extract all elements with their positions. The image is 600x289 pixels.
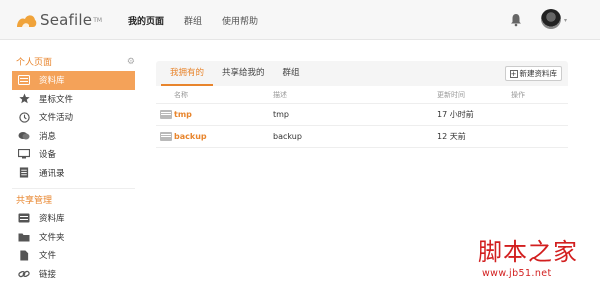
library-tabs: 我拥有的 共享给我的 群组 + 新建资料库 — [156, 61, 568, 86]
sidebar-item-label: 文件活动 — [39, 113, 74, 124]
sidebar-item-contacts[interactable]: 通讯录 — [12, 164, 135, 183]
library-icon — [160, 132, 172, 141]
new-library-button[interactable]: + 新建资料库 — [504, 66, 562, 81]
watermark-title: 脚本之家 — [478, 238, 578, 266]
column-time[interactable]: 更新时间 — [437, 90, 511, 100]
gear-icon[interactable]: ⚙ — [127, 57, 135, 67]
sidebar-item-messages[interactable]: 消息 — [12, 127, 135, 146]
bell-icon[interactable] — [510, 13, 522, 27]
sidebar-section-shared: 共享管理 — [12, 193, 135, 209]
table-row[interactable]: tmp tmp 17 小时前 — [156, 104, 568, 126]
column-ops: 操作 — [511, 90, 525, 99]
sidebar-item-shared-files[interactable]: 文件 — [12, 246, 135, 265]
sidebar-item-label: 设备 — [39, 150, 57, 161]
library-desc: tmp — [273, 110, 290, 119]
contacts-icon — [18, 167, 30, 178]
clock-icon — [18, 112, 30, 123]
nav-help[interactable]: 使用帮助 — [222, 14, 258, 27]
library-desc: backup — [273, 132, 302, 141]
library-icon — [18, 75, 30, 86]
table-header: 名称 描述 更新时间 操作 — [156, 86, 568, 104]
sidebar-item-label: 文件夹 — [39, 232, 65, 243]
plus-icon: + — [509, 69, 518, 78]
nav-groups[interactable]: 群组 — [184, 14, 202, 27]
star-icon — [18, 93, 30, 104]
sidebar-item-devices[interactable]: 设备 — [12, 145, 135, 164]
tab-mine[interactable]: 我拥有的 — [161, 61, 214, 86]
tab-groups[interactable]: 群组 — [274, 61, 309, 86]
sidebar-item-shared-folders[interactable]: 文件夹 — [12, 228, 135, 247]
column-desc: 描述 — [273, 90, 287, 99]
sidebar-item-shared-links[interactable]: 链接 — [12, 265, 135, 284]
sidebar-item-label: 链接 — [39, 269, 57, 280]
sidebar-divider — [12, 188, 135, 189]
sidebar-item-shared-libraries[interactable]: 资料库 — [12, 209, 135, 228]
sidebar-item-label: 资料库 — [39, 214, 65, 225]
seafile-logo[interactable]: Seafile TM — [15, 9, 102, 31]
logo-icon — [17, 15, 37, 27]
monitor-icon — [18, 149, 30, 159]
sidebar-section-personal: 个人页面 ⚙ — [12, 55, 135, 71]
sidebar-section-title: 个人页面 — [16, 58, 53, 68]
file-icon — [18, 250, 30, 261]
library-time: 17 小时前 — [437, 110, 474, 119]
sidebar-item-label: 通讯录 — [39, 168, 65, 179]
sidebar-item-libraries[interactable]: 资料库 — [12, 71, 135, 90]
logo-tm: TM — [93, 16, 103, 24]
watermark-url: www.jb51.net — [482, 268, 552, 279]
nav-my-page[interactable]: 我的页面 — [128, 14, 164, 27]
sidebar-item-activity[interactable]: 文件活动 — [12, 108, 135, 127]
top-nav: 我的页面 群组 使用帮助 — [128, 0, 278, 40]
library-name-link[interactable]: backup — [174, 132, 273, 141]
watermark: 脚本之家 www.jb51.net — [478, 238, 598, 286]
sidebar-item-label: 文件 — [39, 251, 57, 262]
libraries-panel: 我拥有的 共享给我的 群组 + 新建资料库 名称 描述 更新时间 操作 tmp … — [156, 61, 568, 150]
logo-text: Seafile — [40, 11, 93, 29]
sidebar: 个人页面 ⚙ 资料库 星标文件 文件活动 消息 设备 通讯录 共享管理 资料库 … — [12, 55, 135, 283]
sidebar-item-label: 星标文件 — [39, 94, 74, 105]
library-name-link[interactable]: tmp — [174, 110, 273, 119]
column-name[interactable]: 名称 — [174, 90, 273, 100]
sidebar-section-title: 共享管理 — [16, 196, 53, 206]
avatar[interactable] — [541, 9, 561, 29]
tab-shared-with-me[interactable]: 共享给我的 — [213, 61, 274, 86]
sidebar-item-starred[interactable]: 星标文件 — [12, 90, 135, 109]
table-row[interactable]: backup backup 12 天前 — [156, 126, 568, 148]
message-icon — [18, 131, 30, 141]
new-library-label: 新建资料库 — [519, 69, 558, 78]
sidebar-item-label: 资料库 — [39, 76, 65, 87]
top-bar: Seafile TM 我的页面 群组 使用帮助 ▾ — [0, 0, 600, 40]
library-icon — [18, 213, 30, 223]
folder-icon — [18, 232, 30, 242]
link-icon — [18, 269, 30, 279]
library-time: 12 天前 — [437, 132, 466, 141]
chevron-down-icon[interactable]: ▾ — [564, 17, 567, 24]
library-icon — [160, 110, 172, 119]
sidebar-item-label: 消息 — [39, 131, 57, 142]
